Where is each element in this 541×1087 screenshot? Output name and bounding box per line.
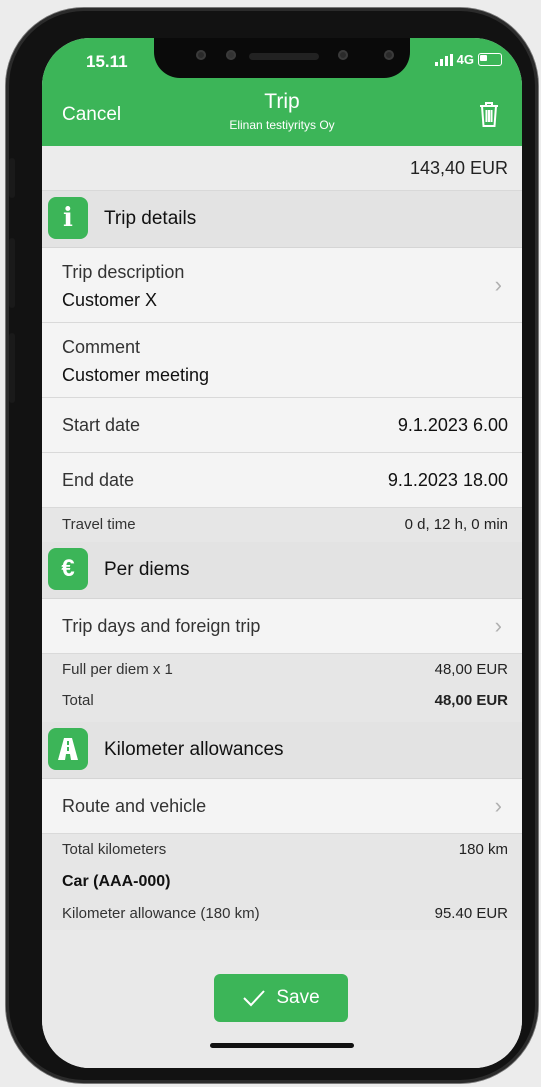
- car-row: Car (AAA-000): [42, 866, 522, 898]
- trip-days-label: Trip days and foreign trip: [62, 616, 261, 636]
- end-date-row[interactable]: End date 9.1.2023 18.00: [42, 453, 522, 508]
- sensor-2: [338, 50, 348, 60]
- full-per-diem-value: 48,00 EUR: [434, 661, 508, 678]
- travel-time-row: Travel time 0 d, 12 h, 0 min: [42, 508, 522, 542]
- volume-down-button: [9, 333, 15, 403]
- trip-description-label: Trip description: [62, 262, 185, 282]
- trip-form: 143,40 EUR i Trip details Trip descripti…: [42, 146, 522, 966]
- earpiece-speaker: [249, 53, 319, 60]
- chevron-right-icon: ›: [494, 613, 502, 638]
- full-per-diem-label: Full per diem x 1: [62, 661, 173, 678]
- chevron-right-icon: ›: [494, 793, 502, 818]
- total-km-row: Total kilometers 180 km: [42, 834, 522, 866]
- km-allowance-label: Kilometer allowance (180 km): [62, 905, 260, 922]
- euro-icon: €: [48, 548, 88, 590]
- per-diem-total-value: 48,00 EUR: [434, 692, 508, 709]
- end-date-label: End date: [62, 470, 135, 490]
- section-kilometer-allowances: Kilometer allowances: [42, 722, 522, 779]
- signal-bars-icon: [434, 53, 453, 66]
- save-label: Save: [276, 987, 320, 1008]
- total-km-label: Total kilometers: [62, 841, 167, 858]
- route-vehicle-label: Route and vehicle: [62, 796, 207, 816]
- sensor: [196, 50, 206, 60]
- volume-up-button: [9, 238, 15, 308]
- sensor-3: [384, 50, 394, 60]
- start-date-row[interactable]: Start date 9.1.2023 6.00: [42, 398, 522, 453]
- footer: Save: [42, 966, 522, 1068]
- comment-row[interactable]: Comment Customer meeting: [42, 323, 522, 398]
- status-time: 15.11: [86, 52, 128, 71]
- trash-icon[interactable]: [478, 100, 500, 128]
- chevron-right-icon: ›: [494, 272, 502, 297]
- checkmark-icon: [243, 990, 266, 1007]
- signal-indicator: 4G: [434, 52, 502, 67]
- road-icon: [48, 728, 88, 770]
- network-type: 4G: [456, 52, 474, 67]
- section-title: Trip details: [104, 208, 197, 229]
- section-per-diems: € Per diems: [42, 542, 522, 599]
- home-indicator[interactable]: [210, 1043, 354, 1048]
- km-allowance-row: Kilometer allowance (180 km) 95.40 EUR: [42, 898, 522, 930]
- trip-days-row[interactable]: Trip days and foreign trip ›: [42, 599, 522, 654]
- km-allowance-value: 95.40 EUR: [434, 905, 508, 922]
- travel-time-value: 0 d, 12 h, 0 min: [404, 516, 508, 533]
- comment-label: Comment: [62, 337, 141, 357]
- per-diem-total-row: Total 48,00 EUR: [42, 686, 522, 722]
- car-name: Car (AAA-000): [62, 873, 171, 890]
- travel-time-label: Travel time: [62, 516, 136, 533]
- silent-switch: [9, 158, 15, 198]
- section-title: Kilometer allowances: [104, 739, 284, 760]
- front-camera: [226, 50, 236, 60]
- full-per-diem-row: Full per diem x 1 48,00 EUR: [42, 654, 522, 686]
- screen: 15.11 4G Cancel Trip Elinan testiyritys …: [42, 38, 522, 1068]
- notch: [154, 38, 410, 78]
- trip-description-value: Customer X: [62, 290, 158, 310]
- start-date-label: Start date: [62, 415, 141, 435]
- comment-value: Customer meeting: [62, 365, 210, 385]
- info-icon: i: [48, 197, 88, 239]
- total-km-value: 180 km: [458, 841, 508, 858]
- section-title: Per diems: [104, 559, 190, 580]
- battery-icon: [478, 53, 502, 66]
- app-header: Cancel Trip Elinan testiyritys Oy: [42, 82, 522, 146]
- per-diem-total-label: Total: [62, 692, 94, 709]
- trip-description-row[interactable]: Trip description Customer X ›: [42, 248, 522, 323]
- end-date-value: 9.1.2023 18.00: [387, 470, 508, 490]
- section-trip-details: i Trip details: [42, 191, 522, 248]
- trip-total: 143,40 EUR: [42, 146, 522, 191]
- company-name: Elinan testiyritys Oy: [229, 118, 335, 132]
- start-date-value: 9.1.2023 6.00: [397, 415, 508, 435]
- page-title: Trip: [264, 90, 300, 113]
- save-button[interactable]: Save: [214, 974, 348, 1022]
- phone-frame: 15.11 4G Cancel Trip Elinan testiyritys …: [6, 8, 538, 1083]
- route-vehicle-row[interactable]: Route and vehicle ›: [42, 779, 522, 834]
